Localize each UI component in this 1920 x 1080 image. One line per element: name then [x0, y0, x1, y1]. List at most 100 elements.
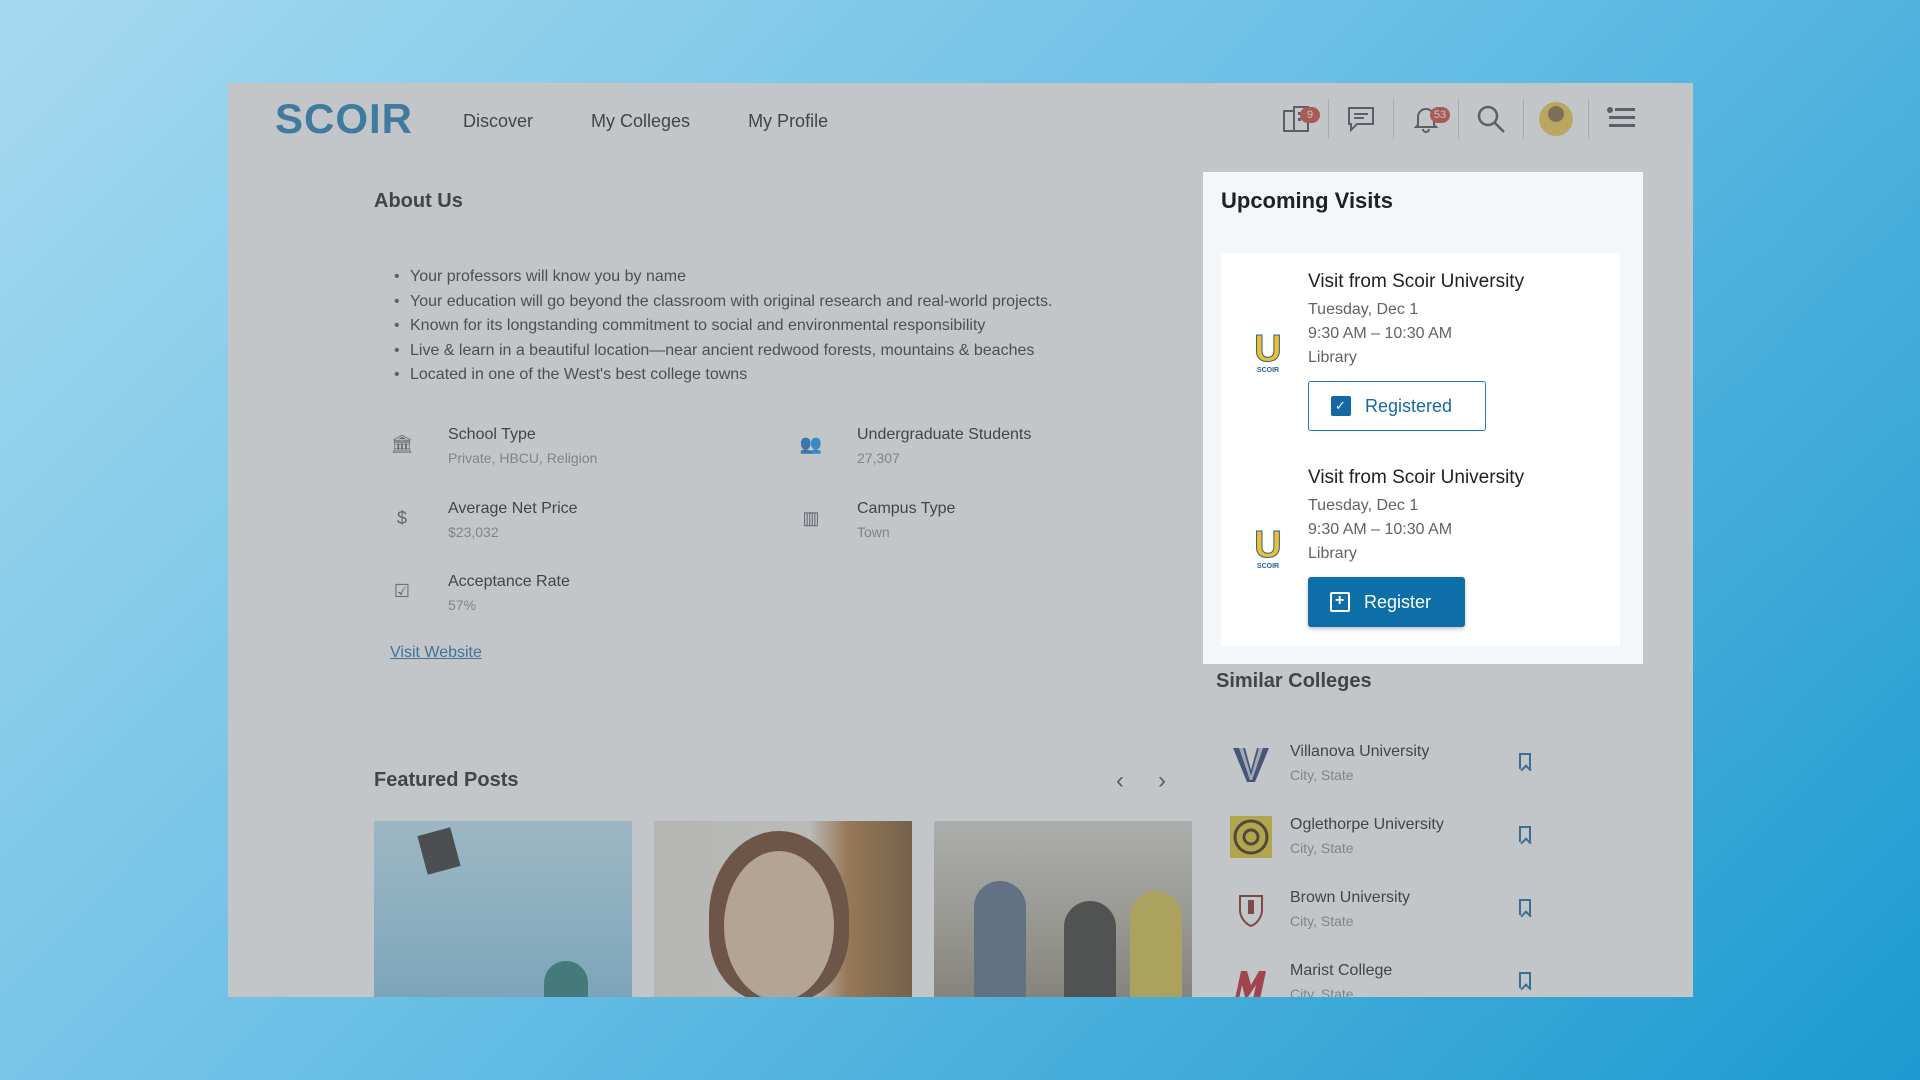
- chevron-right-icon[interactable]: ›: [1158, 767, 1166, 795]
- messages-icon: [1348, 107, 1374, 133]
- colleges-button[interactable]: 9: [1264, 99, 1328, 139]
- about-bullets: Your professors will know you by name Yo…: [390, 268, 1052, 391]
- fact-acceptance-rate: ☑ Acceptance Rate 57%: [390, 573, 750, 623]
- nav-discover[interactable]: Discover: [463, 111, 533, 132]
- person: [1064, 901, 1116, 997]
- list-item[interactable]: Oglethorpe University City, State: [1216, 802, 1551, 876]
- check-tray-icon: ☑: [393, 581, 411, 601]
- list-item: Your professors will know you by name: [390, 268, 1052, 293]
- button-label: Registered: [1365, 395, 1453, 416]
- nav-my-colleges[interactable]: My Colleges: [591, 111, 690, 132]
- graduation-cap: [417, 827, 461, 875]
- college-name: Brown University: [1290, 889, 1411, 906]
- list-item: Known for its longstanding commitment to…: [390, 317, 1052, 342]
- list-item: Your education will go beyond the classr…: [390, 293, 1052, 318]
- menu-button[interactable]: [1588, 99, 1653, 139]
- similar-colleges-list: Villanova University City, State Ogletho…: [1216, 729, 1551, 997]
- visit-item: U SCOIR Visit from Scoir University Tues…: [1221, 253, 1620, 449]
- fact-net-price: $ Average Net Price $23,032: [390, 500, 750, 550]
- notifications-button[interactable]: 53: [1393, 99, 1458, 139]
- oglethorpe-logo: [1230, 816, 1272, 858]
- upcoming-visits-heading: Upcoming Visits: [1221, 188, 1393, 213]
- visit-location: Library: [1308, 545, 1357, 562]
- college-location: City, State: [1290, 986, 1354, 997]
- list-item[interactable]: Villanova University City, State: [1216, 729, 1551, 803]
- similar-colleges-heading: Similar Colleges: [1216, 670, 1372, 692]
- college-name: Marist College: [1290, 962, 1393, 979]
- nav-my-profile[interactable]: My Profile: [748, 111, 828, 132]
- register-button[interactable]: Register: [1308, 577, 1465, 627]
- bank-icon: 🏛: [390, 434, 414, 454]
- colleges-badge: 9: [1300, 107, 1320, 123]
- fact-label: Campus Type: [857, 500, 956, 517]
- list-item: Live & learn in a beautiful location—nea…: [390, 342, 1052, 367]
- list-item[interactable]: Brown University City, State: [1216, 875, 1551, 949]
- search-icon: [1477, 105, 1505, 133]
- about-us-card: Your professors will know you by name Yo…: [374, 250, 1189, 680]
- featured-posts-heading: Featured Posts: [374, 769, 519, 791]
- visit-location: Library: [1308, 349, 1357, 366]
- featured-post-1[interactable]: [374, 821, 632, 997]
- list-item: Located in one of the West's best colleg…: [390, 366, 1052, 391]
- header-icons: 9 53: [1264, 99, 1653, 139]
- scoir-university-logo: U SCOIR: [1254, 524, 1282, 571]
- fact-value: Town: [857, 524, 890, 540]
- dollar-icon: $: [396, 508, 407, 528]
- fact-label: Acceptance Rate: [448, 573, 570, 590]
- main-nav: Discover My Colleges My Profile: [463, 111, 828, 132]
- person-face: [724, 851, 834, 997]
- list-item[interactable]: Marist College City, State: [1216, 948, 1551, 997]
- menu-icon: [1607, 107, 1635, 127]
- college-location: City, State: [1290, 913, 1354, 929]
- visit-time: 9:30 AM – 10:30 AM: [1308, 521, 1453, 538]
- button-label: Register: [1364, 591, 1432, 612]
- fact-value: 27,307: [857, 450, 900, 466]
- visit-website-link[interactable]: Visit Website: [390, 644, 482, 662]
- avatar: [1539, 102, 1573, 136]
- visits-list: U SCOIR Visit from Scoir University Tues…: [1221, 253, 1620, 646]
- search-button[interactable]: [1458, 99, 1523, 139]
- about-us-heading: About Us: [374, 190, 463, 212]
- calendar-check-icon: [1331, 396, 1351, 416]
- fact-undergrad-students: 👥 Undergraduate Students 27,307: [799, 426, 1159, 476]
- visit-date: Tuesday, Dec 1: [1308, 301, 1419, 318]
- fact-campus-type: ▥ Campus Type Town: [799, 500, 1159, 550]
- visit-time: 9:30 AM – 10:30 AM: [1308, 325, 1453, 342]
- fact-value: Private, HBCU, Religion: [448, 450, 598, 466]
- bookmark-icon[interactable]: [1519, 753, 1531, 769]
- notifications-badge: 53: [1430, 107, 1450, 123]
- profile-button[interactable]: [1523, 99, 1588, 139]
- top-header: SCOIR Discover My Colleges My Profile 9 …: [228, 83, 1693, 155]
- messages-button[interactable]: [1328, 99, 1393, 139]
- visit-item: U SCOIR Visit from Scoir University Tues…: [1221, 449, 1620, 645]
- villanova-logo: [1230, 743, 1272, 785]
- scoir-logo[interactable]: SCOIR: [275, 95, 413, 143]
- bookmark-icon[interactable]: [1519, 972, 1531, 988]
- marist-logo: [1230, 962, 1272, 997]
- registered-button[interactable]: Registered: [1308, 381, 1486, 431]
- bookmark-icon[interactable]: [1519, 826, 1531, 842]
- people-icon: 👥: [799, 434, 823, 454]
- featured-post-3[interactable]: [934, 821, 1192, 997]
- scoir-university-logo: U SCOIR: [1254, 328, 1282, 375]
- fact-label: Undergraduate Students: [857, 426, 1032, 443]
- fact-school-type: 🏛 School Type Private, HBCU, Religion: [390, 426, 750, 476]
- fact-label: School Type: [448, 426, 536, 443]
- featured-post-2[interactable]: [654, 821, 912, 997]
- upcoming-visits-panel: Upcoming Visits U SCOIR Visit from Scoir…: [1203, 172, 1643, 664]
- calendar-add-icon: [1330, 592, 1350, 612]
- featured-posts-nav: ‹ ›: [1116, 767, 1166, 795]
- visit-date: Tuesday, Dec 1: [1308, 497, 1419, 514]
- visit-title: Visit from Scoir University: [1308, 467, 1525, 488]
- college-name: Oglethorpe University: [1290, 816, 1444, 833]
- college-name: Villanova University: [1290, 743, 1430, 760]
- college-location: City, State: [1290, 840, 1354, 856]
- chevron-left-icon[interactable]: ‹: [1116, 767, 1124, 795]
- bookmark-icon[interactable]: [1519, 899, 1531, 915]
- fact-value: 57%: [448, 597, 477, 613]
- person: [1130, 891, 1182, 997]
- visit-title: Visit from Scoir University: [1308, 271, 1525, 292]
- building-icon: ▥: [802, 508, 820, 528]
- app-window: SCOIR Discover My Colleges My Profile 9 …: [228, 83, 1693, 997]
- fact-value: $23,032: [448, 524, 499, 540]
